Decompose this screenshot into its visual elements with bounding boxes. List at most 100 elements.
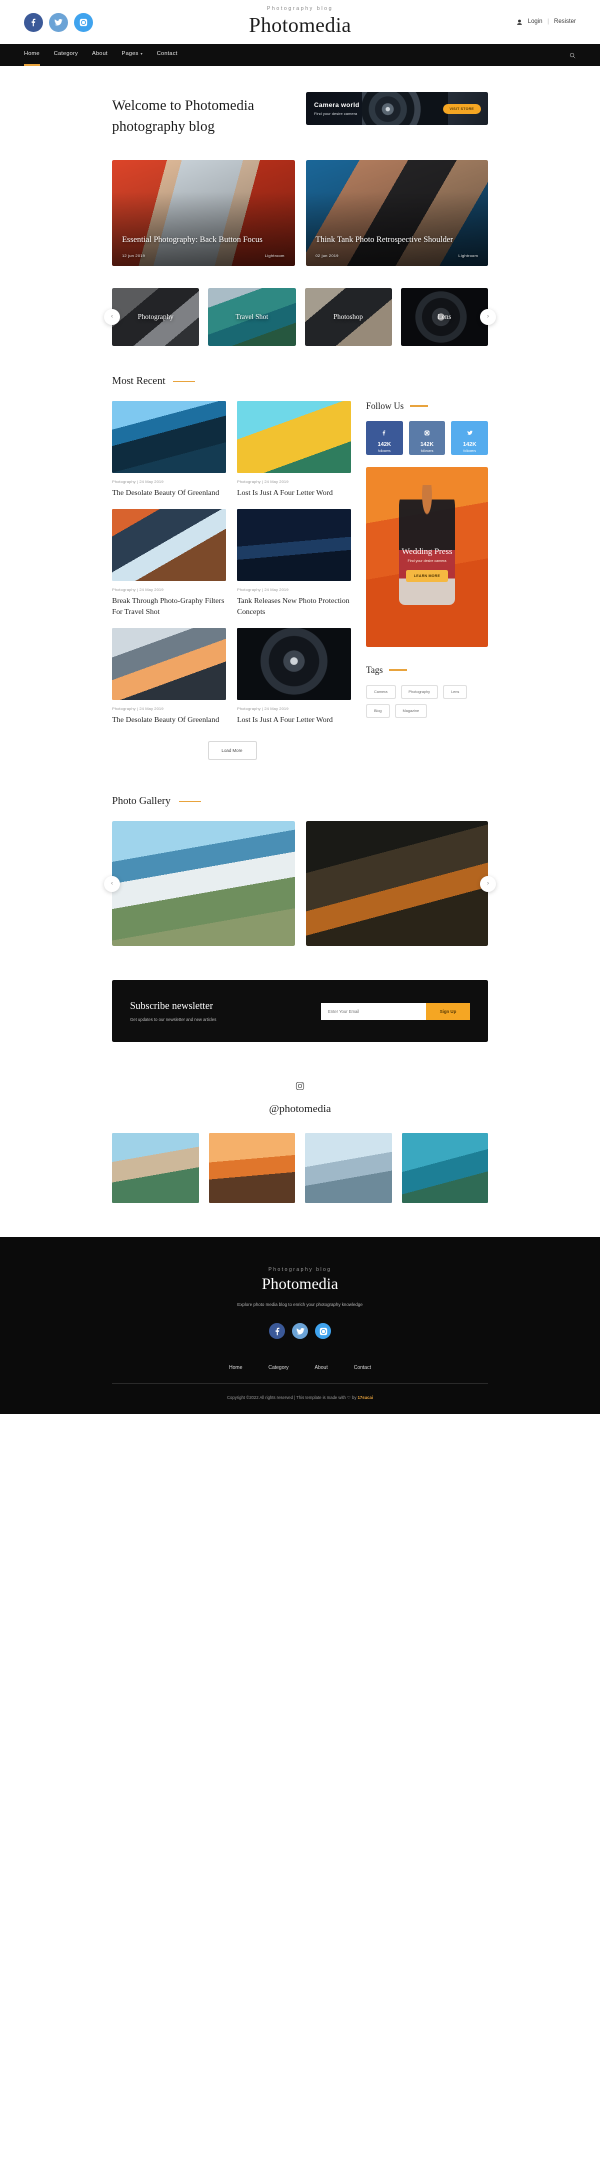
login-link[interactable]: Login bbox=[528, 19, 543, 25]
search-icon bbox=[569, 52, 576, 59]
footer-nav-about[interactable]: About bbox=[315, 1365, 328, 1371]
register-link[interactable]: Resister bbox=[554, 19, 576, 25]
gallery-image[interactable] bbox=[305, 821, 488, 947]
instagram-photo[interactable] bbox=[401, 1133, 488, 1204]
instagram-photo[interactable] bbox=[208, 1133, 295, 1204]
gallery-image[interactable] bbox=[112, 821, 295, 947]
category-card-photography[interactable]: Photography bbox=[112, 288, 200, 347]
gallery-next-button[interactable]: › bbox=[480, 875, 496, 892]
featured-card[interactable]: Essential Photography: Back Button Focus… bbox=[112, 160, 295, 267]
email-field[interactable] bbox=[321, 1002, 426, 1020]
instagram-photo[interactable] bbox=[112, 1133, 199, 1204]
credit-link[interactable]: 17sucai bbox=[358, 1395, 373, 1400]
featured-meta: 02 jun 2019 Lightroom bbox=[316, 253, 479, 258]
footer-description: Explore photo media blog to enrich your … bbox=[237, 1302, 363, 1308]
heart-icon: ♡ bbox=[347, 1395, 351, 1401]
post-thumbnail bbox=[237, 401, 351, 474]
twitter-icon[interactable] bbox=[292, 1323, 308, 1340]
category-card-travel-shot[interactable]: Travel Shot bbox=[208, 288, 296, 347]
post-list: Photography | 24 May 2019 The Desolate B… bbox=[112, 401, 352, 725]
twitter-icon[interactable] bbox=[49, 12, 68, 32]
follower-label: followers bbox=[463, 449, 476, 454]
post-thumbnail bbox=[112, 628, 226, 701]
instagram-icon bbox=[424, 423, 430, 441]
instagram-icon[interactable] bbox=[74, 12, 93, 32]
featured-meta: 12 jun 2019 Lightroom bbox=[122, 253, 285, 258]
follow-us-heading: Follow Us bbox=[366, 401, 488, 411]
footer-social-links bbox=[0, 1323, 600, 1340]
nav-item-about[interactable]: About bbox=[92, 51, 108, 59]
twitter-icon bbox=[466, 423, 473, 441]
nav-item-pages[interactable]: Pages ▾ bbox=[122, 51, 143, 59]
signup-button[interactable]: Sign Up bbox=[426, 1002, 470, 1020]
user-icon bbox=[516, 19, 522, 25]
tag-item[interactable]: Lens bbox=[443, 685, 468, 700]
newsletter-form: Sign Up bbox=[321, 1002, 470, 1020]
post-thumbnail bbox=[237, 509, 351, 582]
account-links: Login | Resister bbox=[456, 19, 576, 26]
list-item[interactable]: Photography | 24 May 2019 Lost Is Just A… bbox=[237, 401, 351, 498]
ad-banner[interactable]: Camera world Find your desire camera VIS… bbox=[306, 92, 488, 125]
nav-item-contact[interactable]: Contact bbox=[157, 51, 178, 59]
follow-box-twitter[interactable]: 142K followers bbox=[451, 421, 489, 456]
nav-label: Category bbox=[53, 51, 79, 57]
featured-title: Think Tank Photo Retrospective Shoulder bbox=[315, 235, 454, 245]
load-more-button[interactable]: Load More bbox=[207, 741, 257, 761]
camera-lens-image bbox=[362, 92, 448, 125]
list-item[interactable]: Photography | 24 May 2019 Lost Is Just A… bbox=[237, 628, 351, 725]
featured-category: Lightroom bbox=[458, 253, 478, 259]
instagram-icon[interactable] bbox=[315, 1323, 331, 1340]
category-label: Travel Shot bbox=[235, 313, 269, 322]
promo-subtitle: Find your desire camera bbox=[407, 559, 447, 564]
learn-more-button[interactable]: LEARN MORE bbox=[405, 570, 449, 583]
main-navigation: Home Category About Pages ▾ Contact bbox=[0, 44, 600, 66]
instagram-handle[interactable]: @photomedia bbox=[112, 1103, 488, 1115]
carousel-next-button[interactable]: › bbox=[480, 309, 496, 326]
footer-brand: Photomedia bbox=[261, 1276, 339, 1294]
list-item[interactable]: Photography | 24 May 2019 Tank Releases … bbox=[237, 509, 351, 617]
nav-label: Pages bbox=[121, 51, 139, 57]
most-recent-heading: Most Recent bbox=[112, 376, 488, 387]
post-meta: Photography | 24 May 2019 bbox=[237, 479, 289, 485]
visit-store-button[interactable]: VISIT STORE bbox=[442, 103, 481, 114]
facebook-icon[interactable] bbox=[269, 1323, 285, 1340]
category-label: Lens bbox=[437, 313, 452, 322]
list-item[interactable]: Photography | 24 May 2019 The Desolate B… bbox=[112, 628, 226, 725]
ad-title: Camera world bbox=[314, 101, 360, 109]
footer-nav-contact[interactable]: Contact bbox=[354, 1365, 371, 1371]
nav-item-category[interactable]: Category bbox=[54, 51, 78, 59]
tag-item[interactable]: Magazine bbox=[394, 704, 428, 719]
facebook-icon[interactable] bbox=[24, 12, 43, 32]
post-meta: Photography | 24 May 2019 bbox=[112, 479, 164, 485]
gallery-prev-button[interactable]: ‹ bbox=[104, 875, 120, 892]
post-thumbnail bbox=[112, 509, 226, 582]
carousel-prev-button[interactable]: ‹ bbox=[104, 309, 120, 326]
newsletter-section: Subscribe newsletter Get updates to our … bbox=[112, 980, 488, 1043]
section-title: Photo Gallery bbox=[112, 796, 171, 808]
tag-item[interactable]: Camera bbox=[366, 685, 396, 700]
footer-nav-home[interactable]: Home bbox=[229, 1365, 242, 1371]
list-item[interactable]: Photography | 24 May 2019 Break Through … bbox=[112, 509, 226, 617]
search-button[interactable] bbox=[569, 46, 576, 64]
follow-box-instagram[interactable]: 142K followers bbox=[408, 421, 446, 456]
post-meta: Photography | 24 May 2019 bbox=[237, 706, 289, 712]
sidebar-promo-banner[interactable]: Wedding Press Find your desire camera LE… bbox=[366, 467, 488, 648]
widget-title: Follow Us bbox=[366, 401, 404, 412]
brand-kicker: Photography blog bbox=[266, 6, 334, 12]
follow-box-facebook[interactable]: 142K followers bbox=[366, 421, 403, 456]
tag-item[interactable]: Blog bbox=[366, 704, 390, 719]
post-title: The Desolate Beauty Of Greenland bbox=[112, 488, 220, 498]
footer-kicker: Photography blog bbox=[268, 1267, 332, 1274]
nav-item-home[interactable]: Home bbox=[24, 51, 40, 66]
category-card-photoshop[interactable]: Photoshop bbox=[304, 288, 392, 347]
tag-item[interactable]: Photography bbox=[400, 685, 439, 700]
instagram-photo[interactable] bbox=[305, 1133, 392, 1204]
footer-nav-category[interactable]: Category bbox=[268, 1365, 288, 1371]
featured-card[interactable]: Think Tank Photo Retrospective Shoulder … bbox=[305, 160, 489, 267]
featured-card-body: Think Tank Photo Retrospective Shoulder … bbox=[306, 225, 489, 266]
nav-label: Contact bbox=[156, 51, 178, 57]
follower-count: 142K bbox=[377, 442, 392, 449]
promo-title: Wedding Press bbox=[401, 546, 453, 557]
category-card-lens[interactable]: Lens bbox=[400, 288, 488, 347]
list-item[interactable]: Photography | 24 May 2019 The Desolate B… bbox=[112, 401, 226, 498]
